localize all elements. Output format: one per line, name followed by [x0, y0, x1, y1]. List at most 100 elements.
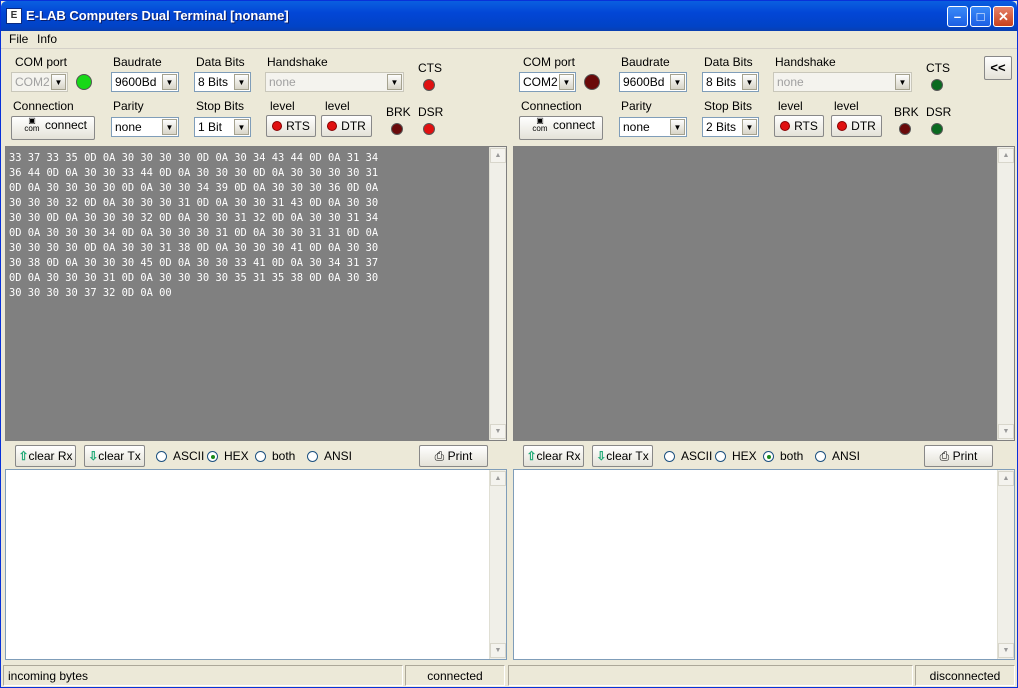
baudrate-select[interactable]: 9600Bd ▼	[619, 72, 687, 92]
arrow-down-icon: ⇩	[596, 449, 607, 463]
menu-info[interactable]: Info	[37, 32, 57, 46]
data-bits-select[interactable]: 8 Bits ▼	[702, 72, 759, 92]
menu-bar: File Info	[1, 31, 1017, 49]
right-terminal-panel: COM port COM2 ▼ Baudrate 9600Bd ▼ Data Bit…	[512, 50, 1016, 663]
chevron-down-icon: ▼	[234, 74, 249, 90]
clear-rx-button[interactable]: ⇧clear Rx	[523, 445, 584, 467]
transmit-input[interactable]: ▲ ▼	[5, 469, 507, 660]
transmit-scrollbar[interactable]: ▲ ▼	[489, 470, 506, 659]
radio-hex[interactable]: HEX	[207, 449, 249, 463]
scroll-down-icon: ▼	[490, 643, 506, 658]
rts-level-label: level	[270, 99, 295, 113]
rts-level-label: level	[778, 99, 803, 113]
dtr-led-icon	[837, 121, 848, 131]
dtr-led-icon	[327, 121, 338, 131]
com-port-label: COM port	[523, 55, 576, 69]
print-button[interactable]: ⎙ Print	[419, 445, 488, 467]
chevron-down-icon: ▼	[234, 119, 249, 135]
receive-display[interactable]: ▲ ▼	[513, 146, 1015, 441]
receive-scrollbar[interactable]: ▲ ▼	[997, 147, 1014, 440]
serial-port-icon: ▣ com	[532, 116, 548, 133]
arrow-up-icon: ⇧	[18, 449, 29, 463]
data-bits-label: Data Bits	[704, 55, 753, 69]
window-title: E-LAB Computers Dual Terminal [noname]	[26, 8, 289, 23]
stop-bits-label: Stop Bits	[704, 99, 753, 113]
chevron-down-icon: ▼	[51, 74, 66, 90]
clear-rx-button[interactable]: ⇧clear Rx	[15, 445, 76, 467]
radio-ansi[interactable]: ANSI	[307, 449, 352, 463]
com-port-select[interactable]: COM2 ▼	[519, 72, 576, 92]
receive-text: 33 37 33 35 0D 0A 30 30 30 30 0D 0A 30 3…	[9, 152, 379, 299]
chevron-down-icon: ▼	[162, 119, 177, 135]
baudrate-select[interactable]: 9600Bd ▼	[111, 72, 179, 92]
handshake-label: Handshake	[775, 55, 836, 69]
left-status-text: incoming bytes	[3, 665, 403, 686]
data-bits-select[interactable]: 8 Bits ▼	[194, 72, 251, 92]
port-status-led	[584, 74, 600, 90]
rts-button[interactable]: RTS	[266, 115, 316, 137]
print-button[interactable]: ⎙ Print	[924, 445, 993, 467]
parity-select[interactable]: none ▼	[111, 117, 179, 137]
cts-label: CTS	[926, 61, 950, 75]
dsr-led	[931, 123, 943, 135]
dsr-label: DSR	[418, 105, 444, 119]
radio-ansi[interactable]: ANSI	[815, 449, 860, 463]
close-button[interactable]: ✕	[993, 6, 1014, 27]
cts-label: CTS	[418, 61, 442, 75]
baudrate-label: Baudrate	[113, 55, 162, 69]
chevron-down-icon: ▼	[670, 119, 685, 135]
dtr-button[interactable]: DTR	[321, 115, 372, 137]
stop-bits-label: Stop Bits	[196, 99, 245, 113]
baudrate-label: Baudrate	[621, 55, 670, 69]
menu-file[interactable]: File	[9, 32, 28, 46]
chevron-down-icon: ▼	[742, 74, 757, 90]
brk-label: BRK	[386, 105, 411, 119]
handshake-select: none ▼	[265, 72, 404, 92]
parity-select[interactable]: none ▼	[619, 117, 687, 137]
radio-ascii[interactable]: ASCII	[156, 449, 204, 463]
connect-button[interactable]: ▣ com connect	[11, 116, 95, 140]
brk-label: BRK	[894, 105, 919, 119]
transmit-scrollbar[interactable]: ▲ ▼	[997, 470, 1014, 659]
dsr-led	[423, 123, 435, 135]
left-connection-status: connected	[405, 665, 505, 686]
chevron-down-icon: ▼	[742, 119, 757, 135]
minimize-button[interactable]: –	[947, 6, 968, 27]
collapse-button[interactable]: <<	[984, 56, 1012, 80]
chevron-down-icon: ▼	[559, 74, 574, 90]
radio-ascii[interactable]: ASCII	[664, 449, 712, 463]
scroll-down-icon: ▼	[998, 643, 1014, 658]
scroll-up-icon: ▲	[490, 148, 506, 163]
radio-both[interactable]: both	[255, 449, 295, 463]
connection-label: Connection	[13, 99, 74, 113]
scroll-up-icon: ▲	[998, 471, 1014, 486]
right-connection-status: disconnected	[915, 665, 1015, 686]
chevron-down-icon: ▼	[162, 74, 177, 90]
parity-label: Parity	[621, 99, 652, 113]
connect-button[interactable]: ▣ com connect	[519, 116, 603, 140]
clear-tx-button[interactable]: ⇩clear Tx	[84, 445, 145, 467]
com-port-label: COM port	[15, 55, 68, 69]
title-bar[interactable]: E E-LAB Computers Dual Terminal [noname]…	[1, 1, 1017, 31]
left-terminal-panel: COM port COM2 ▼ Baudrate 9600Bd ▼ Data Bit…	[4, 50, 507, 663]
rts-button[interactable]: RTS	[774, 115, 824, 137]
elab-icon: E	[6, 8, 22, 24]
receive-display[interactable]: 33 37 33 35 0D 0A 30 30 30 30 0D 0A 30 3…	[5, 146, 507, 441]
scroll-up-icon: ▲	[490, 471, 506, 486]
handshake-select: none ▼	[773, 72, 912, 92]
radio-hex[interactable]: HEX	[715, 449, 757, 463]
dtr-button[interactable]: DTR	[831, 115, 882, 137]
clear-tx-button[interactable]: ⇩clear Tx	[592, 445, 653, 467]
maximize-button[interactable]: □	[970, 6, 991, 27]
printer-icon: ⎙	[434, 449, 445, 463]
chevron-down-icon: ▼	[895, 74, 910, 90]
dsr-label: DSR	[926, 105, 952, 119]
transmit-input[interactable]: ▲ ▼	[513, 469, 1015, 660]
rts-led-icon	[780, 121, 791, 131]
printer-icon: ⎙	[939, 449, 950, 463]
stop-bits-select[interactable]: 1 Bit ▼	[194, 117, 251, 137]
stop-bits-select[interactable]: 2 Bits ▼	[702, 117, 759, 137]
radio-both[interactable]: both	[763, 449, 803, 463]
receive-scrollbar[interactable]: ▲ ▼	[489, 147, 506, 440]
arrow-down-icon: ⇩	[88, 449, 99, 463]
